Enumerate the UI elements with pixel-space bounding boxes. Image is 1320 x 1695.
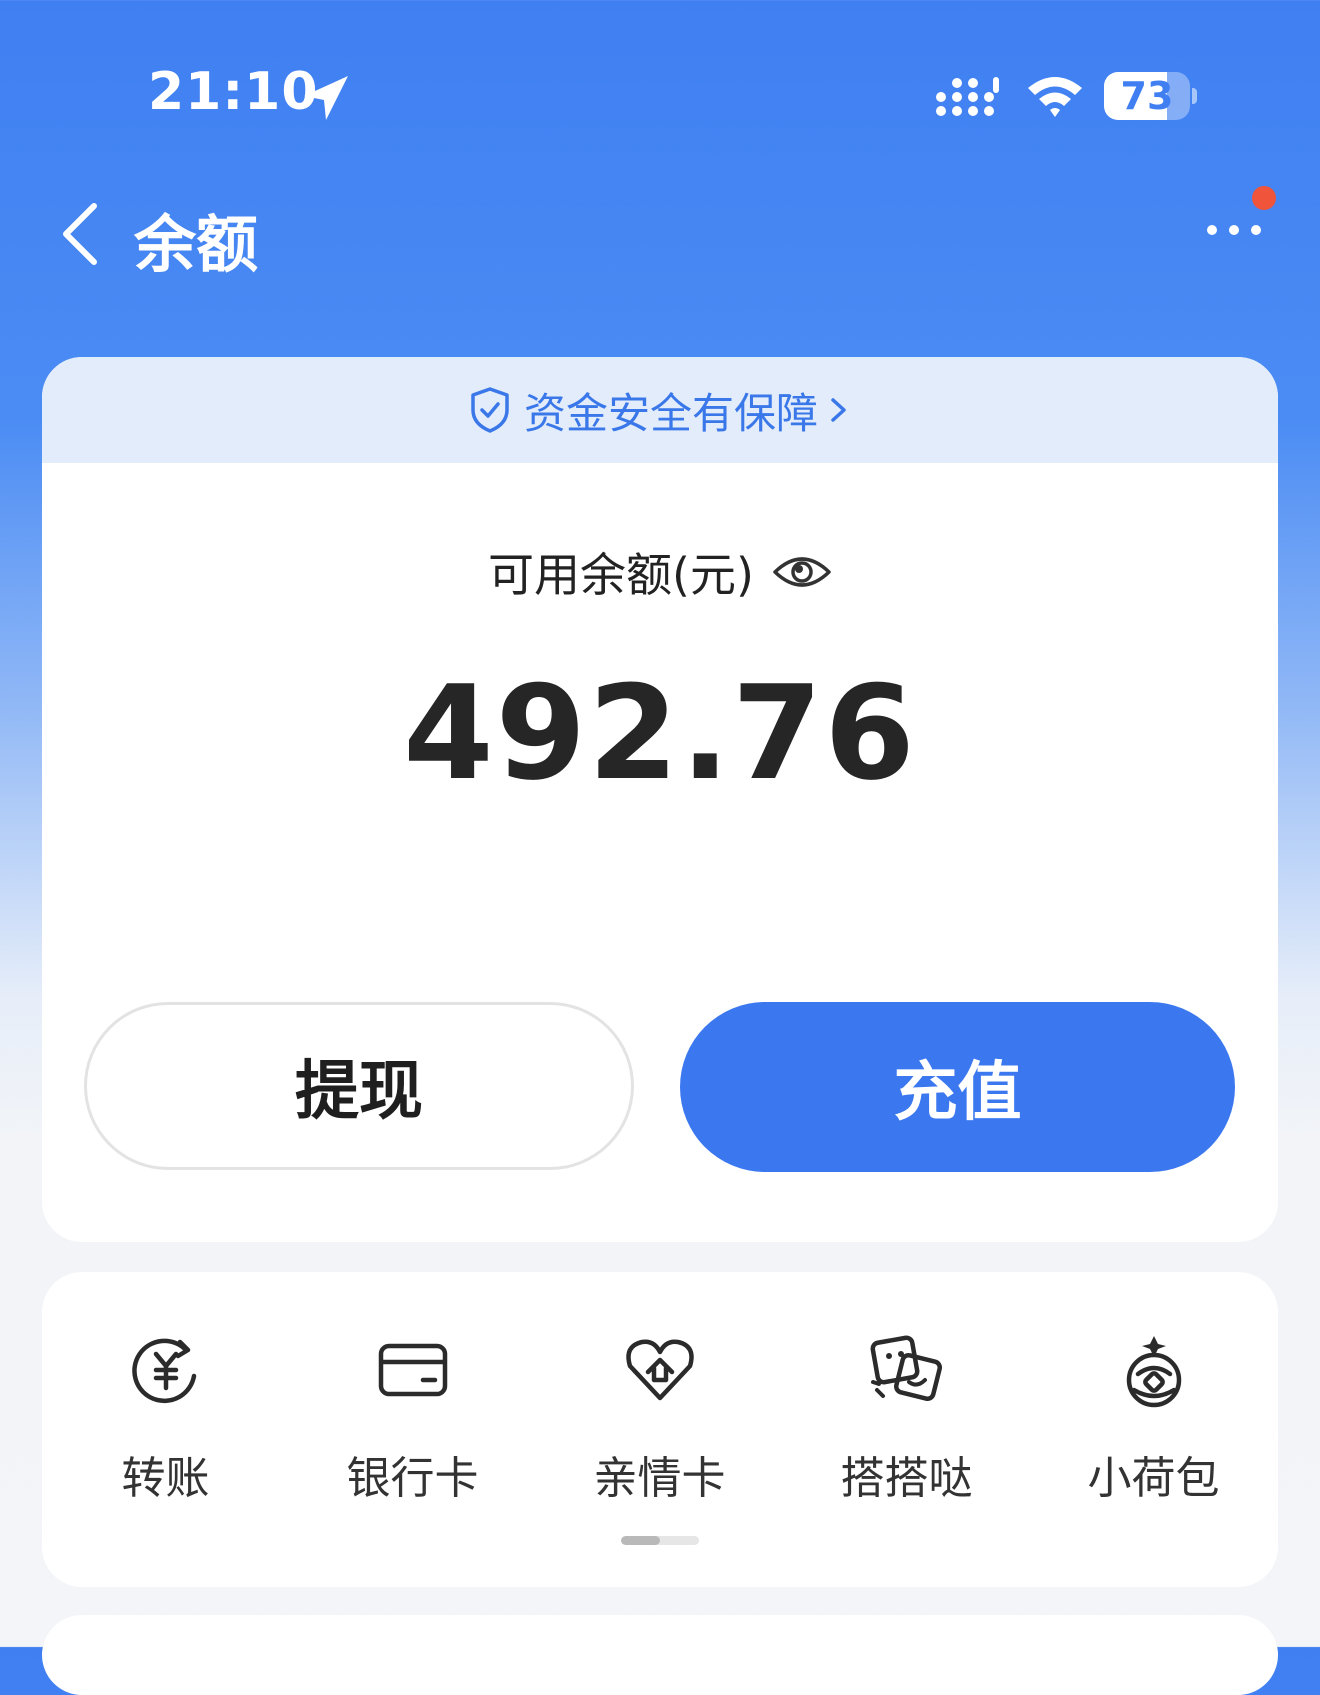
location-arrow-icon (304, 76, 348, 120)
shield-check-icon (471, 387, 509, 433)
back-button[interactable] (52, 196, 112, 272)
balance-amount: 492.76 (403, 657, 917, 809)
more-button[interactable] (1196, 186, 1276, 260)
shortcut-label-family-card: 亲情卡 (593, 1453, 726, 1504)
shortcut-transfer[interactable]: 转账 (42, 1332, 289, 1532)
withdraw-label: 提现 (295, 1055, 423, 1129)
fund-safety-text: 资金安全有保障 (523, 388, 818, 438)
shortcut-label-bank-card: 银行卡 (346, 1453, 479, 1504)
shortcuts-card: 转账 银行卡 亲情卡 搭搭哒 小荷包 (42, 1272, 1278, 1587)
eye-visibility-icon[interactable] (772, 550, 832, 594)
shortcut-bank-card[interactable]: 银行卡 (289, 1332, 536, 1532)
battery-indicator: 73 (1104, 72, 1197, 120)
balance-label-row: 可用余额(元) (42, 537, 1278, 607)
cellular-signal-icon (936, 77, 999, 116)
shortcut-dadada[interactable]: 搭搭哒 (783, 1332, 1030, 1532)
status-time: 21:10 (148, 62, 319, 122)
chevron-right-icon (831, 398, 846, 422)
shortcut-label-transfer: 转账 (121, 1453, 210, 1504)
withdraw-button[interactable]: 提现 (84, 1002, 634, 1170)
shortcut-small-purse[interactable]: 小荷包 (1030, 1332, 1277, 1532)
family-card-heart-icon (626, 1339, 694, 1401)
dadada-cards-icon (870, 1335, 943, 1402)
battery-level: 73 (1120, 74, 1174, 118)
bank-card-icon (378, 1343, 448, 1397)
wifi-icon (1028, 77, 1082, 117)
notification-dot (1252, 186, 1276, 210)
page-indicator (621, 1536, 699, 1545)
more-dots-icon (1207, 225, 1261, 235)
page-title: 余额 (134, 208, 259, 281)
fund-safety-banner[interactable]: 资金安全有保障 (42, 357, 1278, 463)
shortcut-label-small-purse: 小荷包 (1087, 1453, 1220, 1504)
topup-button[interactable]: 充值 (680, 1002, 1235, 1172)
shortcut-label-dadada: 搭搭哒 (840, 1453, 973, 1504)
balance-card: 资金安全有保障 可用余额(元) 492.76 提现 充值 (42, 357, 1278, 1242)
small-purse-icon (1126, 1336, 1182, 1408)
status-bar: 21:10 73 (0, 0, 1320, 190)
topup-label: 充值 (893, 1056, 1022, 1130)
shortcut-family-card[interactable]: 亲情卡 (536, 1332, 783, 1532)
next-card-peek (42, 1615, 1278, 1695)
page-indicator-active (621, 1536, 660, 1545)
transfer-yuan-icon (132, 1338, 197, 1404)
available-balance-label: 可用余额(元) (488, 548, 754, 602)
